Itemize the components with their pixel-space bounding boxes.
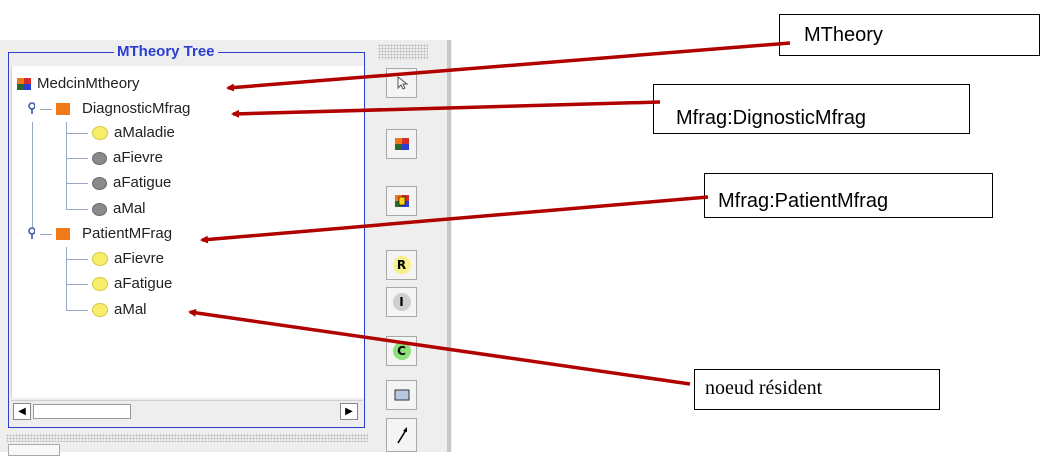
- arrow-to-mtheory: [226, 41, 791, 92]
- arrow-to-patient: [200, 195, 709, 244]
- arrow-to-resident: [188, 308, 691, 386]
- annotation-arrows: [188, 41, 791, 386]
- arrow-to-diagnostic: [231, 100, 661, 118]
